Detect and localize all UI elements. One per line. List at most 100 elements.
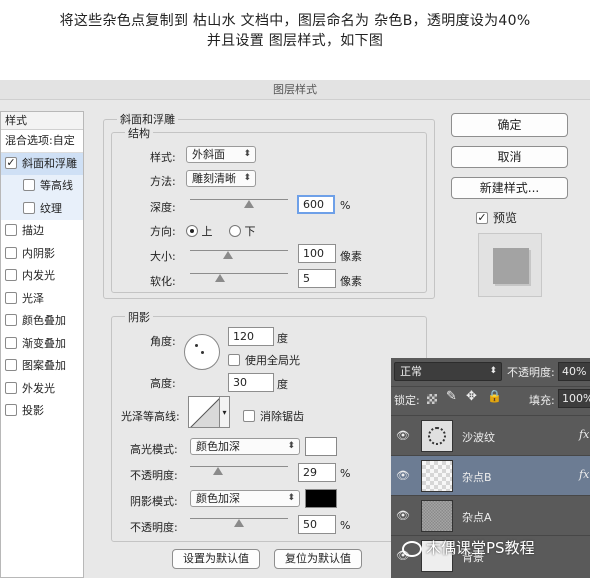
antialias-option[interactable]: 消除锯齿 [243, 408, 304, 424]
soften-input[interactable]: 5 [298, 269, 336, 288]
direction-up-option[interactable]: 上 [186, 223, 213, 239]
updown-arrow-icon: ⬍ [287, 493, 295, 503]
angle-label: 角度: [150, 335, 176, 348]
shadow-opacity-thumb[interactable] [234, 519, 244, 527]
shadow-mode-label: 阴影模式: [130, 495, 178, 508]
eye-icon[interactable]: 👁 [396, 429, 410, 442]
soften-unit: 像素 [340, 275, 362, 288]
shadow-mode-select[interactable]: 颜色加深 ⬍ [190, 490, 300, 507]
sidebar-item-outer-glow[interactable]: 外发光 [1, 378, 83, 401]
shadow-opacity-input[interactable]: 50 [298, 515, 336, 534]
size-label: 大小: [150, 250, 176, 263]
fx-icon[interactable]: fx [579, 428, 589, 441]
highlight-color-swatch[interactable] [305, 437, 337, 456]
wechat-icon [402, 540, 422, 557]
inner-shadow-checkbox[interactable] [5, 246, 17, 259]
lock-transparency-icon[interactable] [427, 394, 437, 404]
shadow-opacity-label: 不透明度: [130, 521, 178, 534]
blend-mode-value: 正常 [400, 365, 422, 378]
eye-icon[interactable]: 👁 [396, 469, 410, 482]
contour-checkbox[interactable] [23, 179, 35, 191]
inner-glow-checkbox[interactable] [5, 269, 17, 281]
angle-input[interactable]: 120 [228, 327, 274, 346]
sidebar-item-texture[interactable]: 纹理 [1, 197, 83, 220]
outer-glow-checkbox[interactable] [5, 381, 17, 394]
gloss-contour-preview[interactable] [188, 396, 220, 428]
reset-default-button[interactable]: 复位为默认值 [274, 549, 362, 569]
highlight-mode-select[interactable]: 颜色加深 ⬍ [190, 438, 300, 455]
highlight-mode-value: 颜色加深 [196, 440, 240, 453]
blend-mode-select[interactable]: 正常 ⬍ [394, 362, 502, 381]
technique-select-value: 雕刻清晰 [192, 172, 236, 185]
highlight-opacity-track[interactable] [190, 466, 288, 467]
lock-paint-icon[interactable]: ✎ [446, 389, 457, 404]
texture-item-label: 纹理 [40, 201, 62, 215]
direction-down-radio[interactable] [229, 225, 241, 237]
gradient-overlay-checkbox[interactable] [5, 336, 17, 349]
layer-row-selected[interactable]: 👁 杂点B fx [391, 455, 590, 495]
sidebar-item-pattern-overlay[interactable]: 图案叠加 [1, 355, 83, 378]
contour-curve-icon [190, 398, 219, 427]
texture-checkbox[interactable] [23, 201, 35, 214]
preview-option[interactable]: ✓ 预览 [476, 209, 517, 226]
size-slider-track[interactable] [190, 250, 288, 251]
eye-icon[interactable]: 👁 [396, 509, 410, 522]
sidebar-item-gradient-overlay[interactable]: 渐变叠加 [1, 333, 83, 356]
highlight-opacity-thumb[interactable] [213, 467, 224, 475]
blend-options-item[interactable]: 混合选项:自定 [1, 130, 83, 153]
fx-icon[interactable]: fx [579, 468, 589, 481]
sidebar-item-contour[interactable]: 等高线 [1, 175, 83, 198]
preview-checkbox[interactable]: ✓ [476, 211, 488, 224]
sidebar-item-bevel[interactable]: ✓ 斜面和浮雕 [1, 152, 83, 175]
bevel-checkbox[interactable]: ✓ [5, 156, 17, 169]
satin-item-label: 光泽 [22, 291, 44, 305]
sidebar-item-inner-shadow[interactable]: 内阴影 [1, 243, 83, 266]
highlight-opacity-input[interactable]: 29 [298, 463, 336, 482]
altitude-input[interactable]: 30 [228, 373, 274, 392]
sidebar-item-inner-glow[interactable]: 内发光 [1, 265, 83, 288]
new-style-button[interactable]: 新建样式... [451, 177, 568, 199]
styles-header[interactable]: 样式 [1, 112, 83, 130]
direction-label: 方向: [150, 225, 176, 238]
opacity-label: 不透明度: [507, 366, 555, 379]
layer-name: 杂点A [462, 511, 492, 524]
sidebar-item-stroke[interactable]: 描边 [1, 220, 83, 243]
styles-list: 样式 混合选项:自定 ✓ 斜面和浮雕 等高线 纹理 描边 内阴影 内发光 光泽 颜… [0, 111, 84, 578]
depth-slider-thumb[interactable] [243, 200, 254, 208]
sidebar-item-color-overlay[interactable]: 颜色叠加 [1, 310, 83, 333]
layer-row[interactable]: 👁 杂点A [391, 495, 590, 535]
sidebar-item-satin[interactable]: 光泽 [1, 288, 83, 311]
sidebar-item-drop-shadow[interactable]: 投影 [1, 400, 83, 423]
lock-all-icon[interactable]: 🔒 [487, 389, 502, 403]
direction-up-radio[interactable] [186, 225, 198, 237]
pattern-overlay-checkbox[interactable] [5, 359, 17, 371]
shadow-color-swatch[interactable] [305, 489, 337, 508]
direction-down-option[interactable]: 下 [229, 223, 256, 239]
depth-slider-track[interactable] [190, 199, 288, 200]
fill-input[interactable]: 100% [558, 389, 590, 408]
soften-slider-thumb[interactable] [215, 274, 226, 282]
size-unit: 像素 [340, 250, 362, 263]
depth-input[interactable]: 600 [297, 195, 335, 214]
ok-button[interactable]: 确定 [451, 113, 568, 137]
lock-move-icon[interactable]: ✥ [466, 389, 477, 404]
drop-shadow-checkbox[interactable] [5, 404, 17, 416]
antialias-checkbox[interactable] [243, 410, 255, 422]
global-light-checkbox[interactable] [228, 354, 240, 366]
technique-select[interactable]: 雕刻清晰 ⬍ [186, 170, 256, 187]
size-input[interactable]: 100 [298, 244, 336, 263]
size-slider-thumb[interactable] [223, 251, 234, 259]
satin-checkbox[interactable] [5, 291, 17, 304]
altitude-label: 高度: [150, 377, 176, 390]
contour-dropdown-arrow-icon[interactable]: ▾ [220, 396, 230, 428]
angle-dial[interactable] [184, 334, 220, 370]
set-default-button[interactable]: 设置为默认值 [172, 549, 260, 569]
color-overlay-checkbox[interactable] [5, 314, 17, 326]
soften-slider-track[interactable] [190, 273, 288, 274]
opacity-input[interactable]: 40% [558, 362, 590, 381]
stroke-checkbox[interactable] [5, 224, 17, 236]
global-light-option[interactable]: 使用全局光 [228, 352, 300, 368]
cancel-button[interactable]: 取消 [451, 146, 568, 168]
layer-row[interactable]: 👁 沙波纹 fx [391, 415, 590, 455]
style-select[interactable]: 外斜面 ⬍ [186, 146, 256, 163]
